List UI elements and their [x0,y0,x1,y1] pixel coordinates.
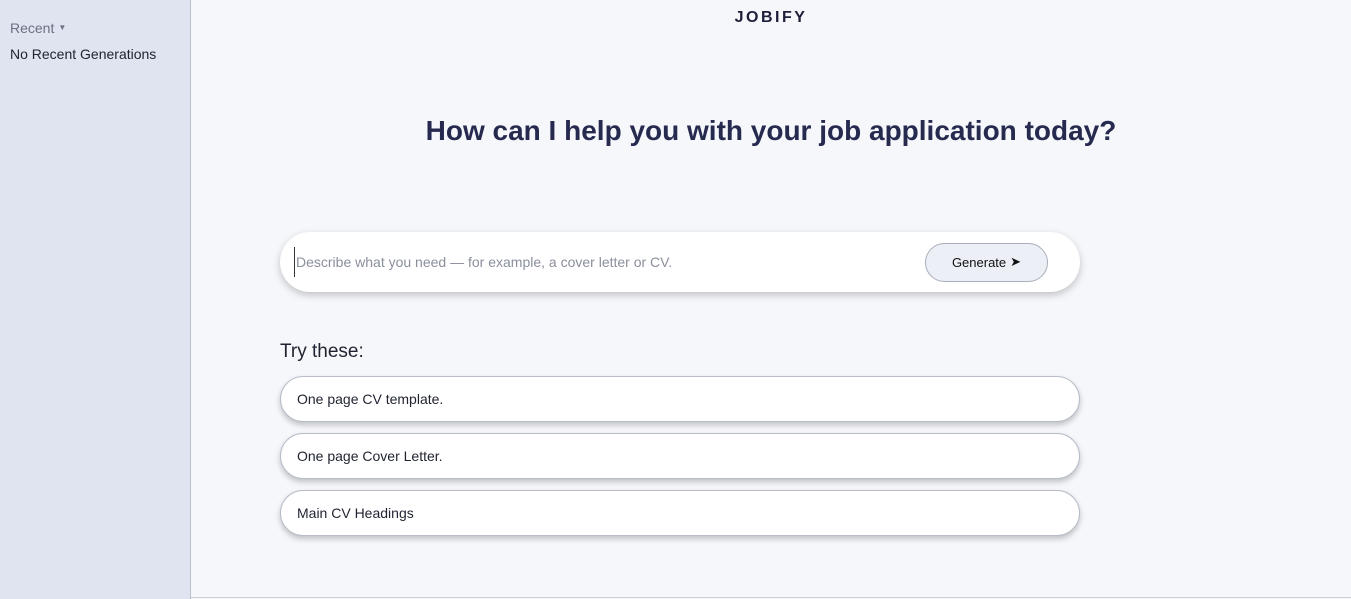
suggestion-label: One page Cover Letter. [297,448,443,464]
suggestion-cv-headings[interactable]: Main CV Headings [280,490,1080,536]
prompt-composer: Generate ➤ [280,232,1080,292]
brand-logo: JOBIFY [734,9,808,26]
suggestion-cover-letter[interactable]: One page Cover Letter. [280,433,1080,479]
recent-toggle[interactable]: Recent ▼ [10,19,66,37]
page-title: How can I help you with your job applica… [425,115,1117,146]
send-arrow-icon: ➤ [1010,254,1022,269]
suggestion-cv-template[interactable]: One page CV template. [280,376,1080,422]
generate-button[interactable]: Generate ➤ [925,242,1048,282]
suggestion-label: One page CV template. [297,391,444,407]
suggestions-list: One page CV template. One page Cover Let… [280,376,1080,536]
main-panel: JOBIFY How can I help you with your job … [191,0,1351,598]
app-root: Recent ▼ No Recent Generations JOBIFY Ho… [0,0,1351,599]
prompt-input[interactable] [294,247,925,277]
suggestions-title: Try these: [280,341,364,362]
caret-down-icon: ▼ [58,23,67,32]
sidebar: Recent ▼ No Recent Generations [0,0,191,599]
recent-label: Recent [10,20,55,36]
generate-label: Generate [951,254,1007,270]
recent-empty-message: No Recent Generations [10,46,157,62]
suggestion-label: Main CV Headings [297,505,414,521]
